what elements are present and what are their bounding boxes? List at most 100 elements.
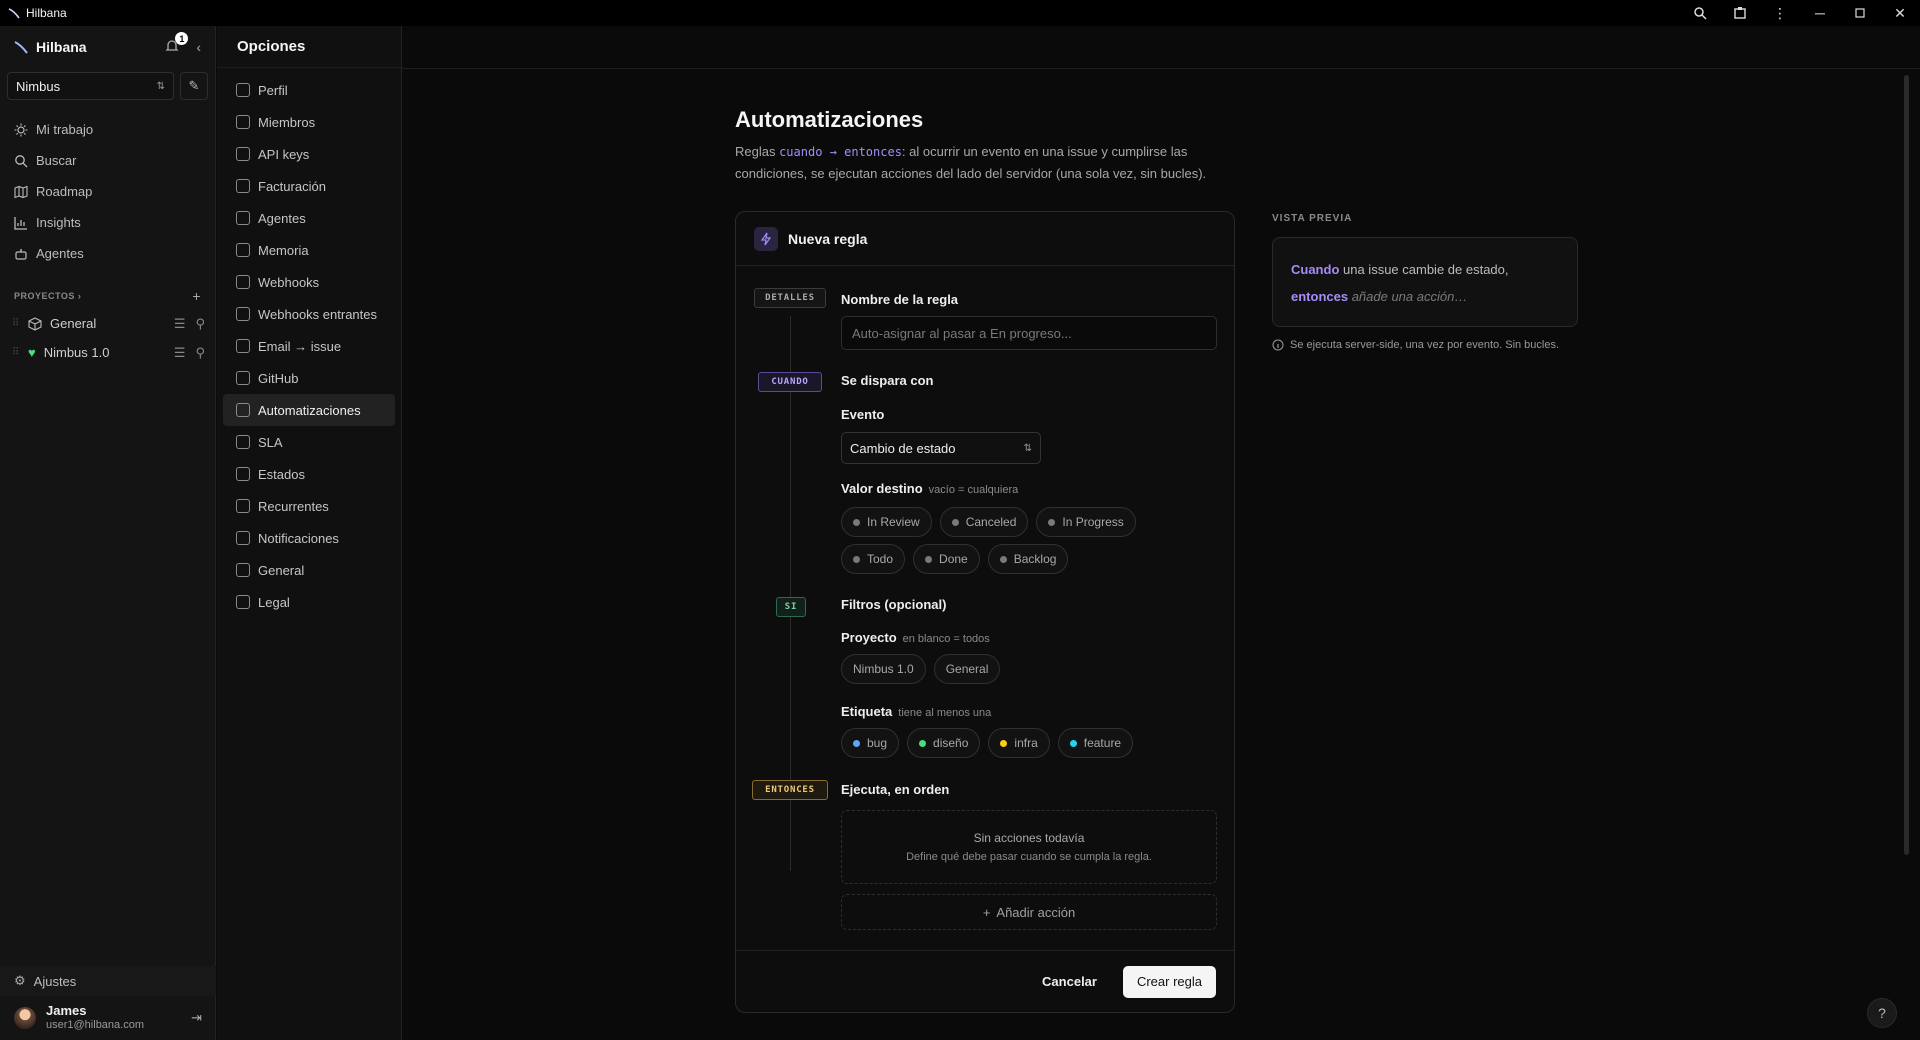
add-action-button[interactable]: + Añadir acción <box>841 894 1217 930</box>
dot-icon <box>853 739 860 747</box>
close-icon[interactable]: ✕ <box>1880 0 1920 26</box>
label-filter-chips: bug diseño infra feature <box>841 728 1134 758</box>
nav-item-buscar[interactable]: Buscar <box>0 145 215 176</box>
project-item-nimbus[interactable]: ⠿ ♥ Nimbus 1.0 ☰ ⚲ <box>0 338 215 367</box>
chevron-right-icon[interactable]: › <box>78 291 82 301</box>
options-item-recurrentes[interactable]: Recurrentes <box>223 490 395 522</box>
logout-icon[interactable]: ⇥ <box>191 1010 202 1026</box>
git-branch-icon <box>236 371 250 385</box>
options-item-memoria[interactable]: Memoria <box>223 234 395 266</box>
user-profile: James user1@hilbana.com ⇥ <box>0 996 216 1040</box>
bolt-icon <box>236 403 250 417</box>
collapse-sidebar-icon[interactable]: ‹ <box>196 39 201 55</box>
nav-item-roadmap[interactable]: Roadmap <box>0 176 215 207</box>
preview-note-text: Se ejecuta server-side, una vez por even… <box>1290 339 1560 351</box>
robot-icon <box>236 211 250 225</box>
drag-handle-icon[interactable]: ⠿ <box>12 318 20 329</box>
maximize-icon[interactable] <box>1840 0 1880 26</box>
desc-cuando: cuando <box>779 145 823 159</box>
pin-icon[interactable]: ⚲ <box>195 316 205 332</box>
dot-icon <box>999 555 1007 563</box>
options-item-automatizaciones[interactable]: Automatizaciones <box>223 394 395 426</box>
options-item-label: Webhooks <box>258 274 320 290</box>
avatar[interactable] <box>14 1007 36 1029</box>
options-item-github[interactable]: GitHub <box>223 362 395 394</box>
options-item-notificaciones[interactable]: Notificaciones <box>223 522 395 554</box>
options-item-label: API keys <box>258 146 310 162</box>
options-item-label: Recurrentes <box>258 498 329 514</box>
options-item-legal[interactable]: Legal <box>223 586 395 618</box>
filter-chip[interactable]: feature <box>1057 728 1134 758</box>
rule-name-input[interactable]: Auto-asignar al pasar a En progreso... <box>841 316 1217 350</box>
create-rule-button[interactable]: Crear regla <box>1122 965 1216 998</box>
filter-chip[interactable]: In Progress <box>1036 507 1136 537</box>
options-item-perfil[interactable]: Perfil <box>223 74 395 106</box>
event-select[interactable]: Cambio de estado ⇅ <box>841 432 1041 464</box>
filter-chip[interactable]: In Review <box>841 507 932 537</box>
options-item-label: Perfil <box>258 82 288 98</box>
card-icon <box>236 179 250 193</box>
chip-label: General <box>945 662 989 676</box>
scale-icon <box>236 595 250 609</box>
filter-chip[interactable]: Nimbus 1.0 <box>841 654 926 684</box>
add-project-icon[interactable]: + <box>192 288 201 304</box>
pin-icon[interactable]: ⚲ <box>195 345 205 361</box>
options-item-api-keys[interactable]: API keys <box>223 138 395 170</box>
empty-actions-title: Sin acciones todavía <box>973 831 1085 845</box>
minimize-icon[interactable]: ─ <box>1800 0 1840 26</box>
options-item-agentes[interactable]: Agentes <box>223 202 395 234</box>
extensions-icon[interactable] <box>1720 0 1760 26</box>
options-item-webhooks[interactable]: Webhooks <box>223 266 395 298</box>
filter-chip[interactable]: General <box>933 654 1001 684</box>
nav-item-label: Insights <box>36 215 81 230</box>
options-item-sla[interactable]: SLA <box>223 426 395 458</box>
main-nav: Mi trabajo Buscar Roadmap Insights Agent… <box>0 114 215 269</box>
options-item-email-issue[interactable]: Email → issue <box>223 330 395 362</box>
project-name: General <box>50 316 97 331</box>
filter-chip[interactable]: Canceled <box>939 507 1029 537</box>
list-icon[interactable]: ☰ <box>174 316 186 332</box>
nav-item-agentes[interactable]: Agentes <box>0 238 215 269</box>
filter-chip[interactable]: Todo <box>841 544 906 574</box>
info-icon <box>1272 339 1284 351</box>
zoom-icon[interactable] <box>1680 0 1720 26</box>
filter-chip[interactable]: Backlog <box>987 544 1069 574</box>
preview-note: Se ejecuta server-side, una vez por even… <box>1272 339 1559 351</box>
list-icon[interactable]: ☰ <box>174 345 186 361</box>
trigger-label: Se dispara con <box>841 373 934 388</box>
filter-chip[interactable]: infra <box>988 728 1050 758</box>
help-icon[interactable]: ? <box>1867 998 1897 1028</box>
edit-pencil-icon[interactable]: ✎ <box>180 72 208 100</box>
preview-box: Cuando una issue cambie de estado, enton… <box>1272 237 1578 327</box>
options-item-label: Email → issue <box>258 338 342 354</box>
options-item-webhooks-entrantes[interactable]: Webhooks entrantes <box>223 298 395 330</box>
dot-icon <box>1048 518 1056 526</box>
project-item-general[interactable]: ⠿ General ☰ ⚲ <box>0 309 215 338</box>
workspace-name: Hilbana <box>36 39 87 55</box>
chip-label: In Progress <box>1062 515 1124 529</box>
settings-button[interactable]: ⚙ Ajustes <box>0 966 216 996</box>
cancel-button[interactable]: Cancelar <box>1030 966 1109 997</box>
options-item-facturaci-n[interactable]: Facturación <box>223 170 395 202</box>
nav-item-mi-trabajo[interactable]: Mi trabajo <box>0 114 215 145</box>
filter-chip[interactable]: diseño <box>907 728 981 758</box>
sidebar: Hilbana 1 ‹ Nimbus ⇅ ✎ Mi trabajo Buscar… <box>0 26 216 1040</box>
drag-handle-icon[interactable]: ⠿ <box>12 347 20 358</box>
chip-label: Todo <box>867 552 894 566</box>
options-item-miembros[interactable]: Miembros <box>223 106 395 138</box>
dot-icon <box>853 518 860 526</box>
filter-chip[interactable]: Done <box>913 544 980 574</box>
notifications-bell-icon[interactable]: 1 <box>164 32 189 56</box>
tag-details: DETALLES <box>754 288 826 308</box>
window-title: Hilbana <box>26 6 67 20</box>
robot-icon <box>15 248 27 260</box>
filter-chip[interactable]: bug <box>841 728 900 758</box>
options-item-estados[interactable]: Estados <box>223 458 395 490</box>
options-item-general[interactable]: General <box>223 554 395 586</box>
more-menu-icon[interactable]: ⋮ <box>1760 0 1800 26</box>
team-select-value: Nimbus <box>16 78 61 94</box>
nav-item-insights[interactable]: Insights <box>0 207 215 238</box>
desc-arrow: → <box>822 145 845 159</box>
team-select[interactable]: Nimbus ⇅ <box>7 72 174 100</box>
scrollbar[interactable] <box>1904 75 1909 855</box>
